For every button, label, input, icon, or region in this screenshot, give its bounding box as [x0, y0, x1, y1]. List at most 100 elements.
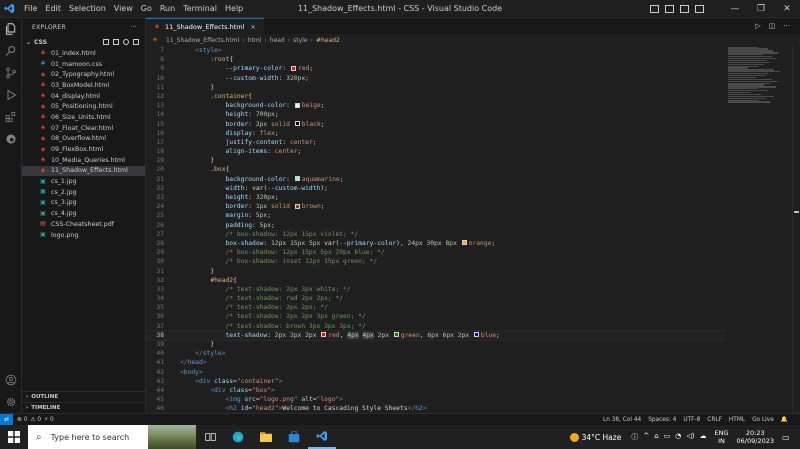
file-item[interactable]: ▣ cs_3.jpg — [22, 198, 145, 209]
file-item[interactable]: ◈ 05_Positioning.html — [22, 101, 145, 112]
outline-section[interactable]: › OUTLINE — [22, 391, 146, 402]
html-file-icon: ◈ — [40, 134, 46, 142]
html-file-icon: ◈ — [40, 70, 46, 78]
microsoft-store-icon[interactable] — [280, 425, 308, 449]
menu-edit[interactable]: Edit — [41, 0, 65, 18]
close-button[interactable]: ✕ — [774, 0, 800, 18]
battery-icon[interactable]: ▭ — [664, 432, 671, 442]
status-encoding[interactable]: UTF-8 — [683, 417, 700, 423]
more-actions-icon[interactable]: ··· — [783, 22, 790, 30]
file-item[interactable]: ◈ 03_BoxModel.html — [22, 80, 145, 91]
menu-go[interactable]: Go — [137, 0, 156, 18]
edge-devtools-icon[interactable] — [0, 128, 22, 150]
explorer-icon[interactable] — [0, 18, 22, 40]
close-tab-icon[interactable]: × — [250, 23, 255, 31]
breadcrumb-head[interactable]: head — [270, 37, 285, 44]
menu-terminal[interactable]: Terminal — [179, 0, 221, 18]
new-folder-icon[interactable] — [113, 39, 119, 45]
windows-start-icon[interactable] — [0, 425, 28, 449]
show-hidden-icons-chevron-icon[interactable]: ^ — [643, 432, 649, 442]
input-language[interactable]: ENG IN — [715, 429, 729, 445]
status-errors[interactable]: ⊗ 0 — [17, 417, 27, 423]
task-view-icon[interactable] — [196, 425, 224, 449]
menu-file[interactable]: File — [20, 0, 41, 18]
search-icon[interactable] — [0, 40, 22, 62]
folder-css[interactable]: ⌄ CSS — [22, 36, 145, 48]
account-icon[interactable] — [0, 369, 22, 391]
search-highlight-image[interactable] — [148, 425, 196, 449]
timeline-section[interactable]: › TIMELINE — [22, 402, 146, 413]
editor-scrollbar[interactable] — [792, 46, 800, 413]
notifications-bell-icon[interactable]: 🔔 — [781, 417, 788, 423]
breadcrumb-style[interactable]: style — [293, 37, 307, 44]
file-item[interactable]: ▤ CSS-Cheatsheet.pdf — [22, 219, 145, 230]
status-bar: ⇄ ⊗ 0 ⚠ 0 ⚡ 0 Ln 38, Col 44 Spaces: 4 UT… — [0, 413, 800, 426]
breadcrumb-head2[interactable]: #head2 — [316, 37, 340, 44]
minimap[interactable] — [728, 46, 790, 126]
html-file-icon: ◈ — [152, 36, 158, 43]
menu-selection[interactable]: Selection — [65, 0, 110, 18]
source-control-icon[interactable] — [0, 62, 22, 84]
file-item[interactable]: ◈ 02_Typography.html — [22, 69, 145, 80]
toggle-sidebar-icon[interactable] — [650, 5, 659, 13]
collapse-all-icon[interactable] — [133, 39, 139, 45]
network-icon[interactable]: ◔ — [675, 432, 681, 442]
weather-widget[interactable]: 34°C Haze — [569, 432, 621, 442]
menu-help[interactable]: Help — [221, 0, 247, 18]
file-explorer-icon[interactable] — [252, 425, 280, 449]
file-item[interactable]: #01_mamoon.css — [22, 59, 145, 70]
status-go-live[interactable]: Go Live — [752, 417, 774, 423]
status-eol[interactable]: CRLF — [707, 417, 722, 423]
volume-icon[interactable]: ◁) — [686, 432, 694, 442]
file-item[interactable]: ◈ 06_Size_Units.html — [22, 112, 145, 123]
run-debug-icon[interactable] — [0, 84, 22, 106]
clock[interactable]: 20:23 06/09/2023 — [737, 429, 774, 445]
file-item[interactable]: ◈ 11_Shadow_Effects.html — [22, 165, 145, 177]
chevron-right-icon: › — [26, 394, 29, 400]
menu-run[interactable]: Run — [156, 0, 179, 18]
status-ports[interactable]: ⚡ 0 — [44, 417, 54, 423]
toggle-secondary-sidebar-icon[interactable] — [680, 5, 689, 13]
file-name: cs_1.jpg — [51, 178, 77, 186]
file-item[interactable]: ◈ 08_Overflow.html — [22, 134, 145, 145]
file-item[interactable]: ◈ 07_Float_Clear.html — [22, 123, 145, 134]
restore-button[interactable]: ❐ — [748, 0, 774, 18]
file-item[interactable]: ▣ cs_2.jpg — [22, 187, 145, 198]
edge-browser-icon[interactable] — [224, 425, 252, 449]
taskbar-search-input[interactable]: ⌕ Type here to search — [28, 425, 148, 449]
minimize-button[interactable]: — — [722, 0, 748, 18]
tab-11-shadow-effects[interactable]: ◈ 11_Shadow_Effects.html × — [146, 18, 264, 34]
breadcrumb-file[interactable]: 11_Shadow_Effects.html — [166, 37, 239, 44]
file-name: cs_3.jpg — [51, 199, 77, 207]
meet-now-icon[interactable]: ⌂ — [654, 432, 658, 442]
file-item[interactable]: ▣ cs_1.jpg — [22, 176, 145, 187]
customize-layout-icon[interactable] — [695, 5, 704, 13]
status-warnings[interactable]: ⚠ 0 — [30, 417, 41, 423]
file-item[interactable]: ◈ 09_FlexBox.html — [22, 144, 145, 155]
toggle-panel-icon[interactable] — [665, 5, 674, 13]
file-item[interactable]: ▣ cs_4.jpg — [22, 208, 145, 219]
run-icon[interactable]: ▷ — [755, 22, 760, 30]
refresh-icon[interactable] — [123, 39, 129, 45]
code-editor[interactable]: 7 <style> 8 :root{ 9 --primary-color: re… — [146, 46, 726, 413]
onedrive-icon[interactable]: ☁ — [700, 432, 707, 442]
file-item[interactable]: ◈ 04_display.html — [22, 91, 145, 102]
explorer-more-button[interactable]: ··· — [130, 24, 137, 31]
breadcrumb-html[interactable]: html — [248, 37, 262, 44]
vscode-taskbar-icon[interactable] — [308, 425, 336, 449]
people-icon[interactable]: ⓘ — [631, 432, 638, 442]
status-language[interactable]: HTML — [729, 417, 745, 423]
settings-gear-icon[interactable] — [0, 391, 22, 413]
breadcrumb: ◈ 11_Shadow_Effects.html › html › head ›… — [152, 36, 340, 44]
file-item[interactable]: ◈ 01_index.html — [22, 48, 145, 59]
extensions-icon[interactable] — [0, 106, 22, 128]
status-indentation[interactable]: Spaces: 4 — [648, 417, 676, 423]
status-cursor-position[interactable]: Ln 38, Col 44 — [603, 417, 641, 423]
new-file-icon[interactable] — [103, 39, 109, 45]
file-item[interactable]: ▣ logo.png — [22, 230, 145, 241]
remote-indicator-icon[interactable]: ⇄ — [0, 413, 13, 426]
menu-view[interactable]: View — [110, 0, 137, 18]
split-editor-icon[interactable]: ◫ — [769, 22, 776, 30]
file-item[interactable]: ◈ 10_Media_Queries.html — [22, 155, 145, 166]
action-center-icon[interactable]: ▭ — [782, 433, 796, 442]
